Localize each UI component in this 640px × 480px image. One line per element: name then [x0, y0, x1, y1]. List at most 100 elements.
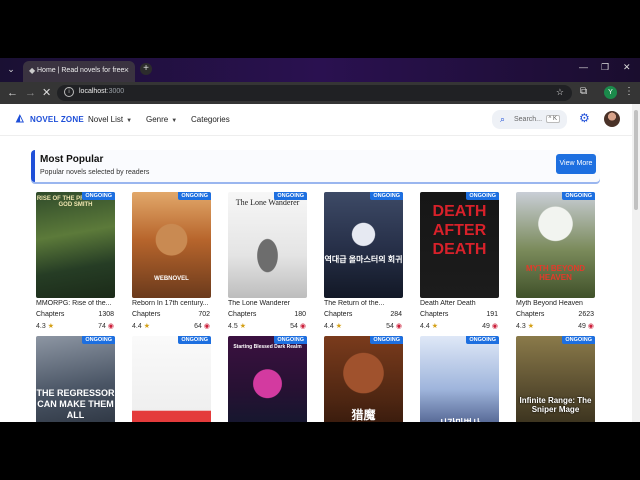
status-badge: ONGOING: [370, 336, 403, 344]
search-placeholder: Search...: [514, 116, 543, 123]
novel-cover[interactable]: WEBNOVEL ONGOING: [132, 192, 211, 298]
extensions-icon[interactable]: ⧉: [580, 86, 587, 97]
url-host: localhost: [79, 88, 107, 95]
logo-icon: ◭: [16, 113, 24, 124]
view-value: 64: [194, 323, 202, 330]
user-avatar[interactable]: [604, 111, 620, 127]
novel-cover[interactable]: ONGOING: [132, 336, 211, 422]
search-icon: ⌕: [500, 114, 506, 124]
status-badge: ONGOING: [274, 192, 307, 200]
rating: 4.3 ★: [36, 322, 54, 330]
status-badge: ONGOING: [178, 336, 211, 344]
status-badge: ONGOING: [370, 192, 403, 200]
nav-novel-list[interactable]: Novel List ▼: [88, 115, 132, 124]
chapters-label: Chapters: [228, 311, 257, 318]
chevron-down-icon: ▼: [171, 118, 178, 124]
novel-title[interactable]: Myth Beyond Heaven: [516, 300, 596, 307]
nav-genre-label: Genre: [146, 115, 169, 124]
view-count: 54 ◉: [386, 322, 402, 330]
section-title: Most Popular: [40, 154, 104, 165]
eye-icon: ◉: [491, 323, 498, 330]
status-badge: ONGOING: [274, 336, 307, 344]
novel-title[interactable]: MMORPG: Rise of the...: [36, 300, 116, 307]
novel-cover[interactable]: Starting Blessed Dark Realm ONGOING: [228, 336, 307, 422]
star-icon: ★: [47, 323, 54, 330]
chapter-count: 702: [198, 311, 210, 318]
chapter-count: 1308: [98, 311, 114, 318]
star-icon: ★: [527, 323, 534, 330]
rating-value: 4.4: [324, 323, 334, 330]
nav-categories[interactable]: Categories: [191, 115, 230, 124]
scrollbar-thumb[interactable]: [634, 110, 638, 210]
chapters-label: Chapters: [132, 311, 161, 318]
status-badge: ONGOING: [466, 192, 499, 200]
web-page: ◭ NOVEL ZONE Novel List ▼ Genre ▼ Categori…: [0, 104, 632, 422]
novel-cover[interactable]: The Lone Wanderer ONGOING: [228, 192, 307, 298]
profile-avatar[interactable]: Y: [604, 86, 617, 99]
eye-icon: ◉: [587, 323, 594, 330]
minimize-icon[interactable]: —: [579, 62, 588, 72]
novel-cover[interactable]: 역대급 올마스터의 회귀 ONGOING: [324, 192, 403, 298]
favicon-icon: ◆: [29, 66, 36, 75]
close-tab-icon[interactable]: ×: [124, 65, 129, 75]
nav-genre[interactable]: Genre ▼: [146, 115, 177, 124]
view-count: 74 ◉: [98, 322, 114, 330]
chapters-label: Chapters: [420, 311, 449, 318]
novel-title[interactable]: Death After Death: [420, 300, 500, 307]
browser-tab[interactable]: ◆ Home | Read novels for free ×: [23, 61, 135, 82]
new-tab-icon[interactable]: +: [140, 63, 152, 75]
view-value: 54: [290, 323, 298, 330]
star-icon: ★: [239, 323, 246, 330]
view-value: 49: [578, 323, 586, 330]
cover-text: 시간마법사: [420, 416, 499, 422]
site-info-icon[interactable]: i: [64, 87, 74, 97]
rating-value: 4.5: [228, 323, 238, 330]
chapters-label: Chapters: [324, 311, 353, 318]
address-bar: ← → ✕ i localhost:3000 ☆ ⧉ Y ⋮: [0, 82, 640, 104]
search-input[interactable]: ⌕ Search... ^ K: [492, 110, 567, 129]
eye-icon: ◉: [395, 323, 402, 330]
novel-cover[interactable]: Infinite Range: The Sniper Mage ONGOING: [516, 336, 595, 422]
novel-cover[interactable]: 시간마법사 ONGOING: [420, 336, 499, 422]
forward-icon[interactable]: →: [25, 86, 36, 100]
most-popular-header: Most Popular Popular novels selected by …: [31, 150, 600, 182]
rating: 4.4 ★: [324, 322, 342, 330]
bookmark-star-icon[interactable]: ☆: [556, 87, 564, 98]
url-input[interactable]: i localhost:3000 ☆: [57, 85, 572, 101]
chevron-down-icon: ▼: [126, 118, 133, 124]
novel-cover[interactable]: DEATH AFTER DEATH ONGOING: [420, 192, 499, 298]
chapters-label: Chapters: [516, 311, 545, 318]
novel-cover[interactable]: MYTH BEYOND HEAVEN ONGOING: [516, 192, 595, 298]
browser-menu-icon[interactable]: ⋮: [624, 86, 634, 97]
back-icon[interactable]: ←: [7, 86, 18, 100]
restore-icon[interactable]: ❐: [601, 62, 609, 73]
gear-icon[interactable]: ⚙: [579, 112, 590, 124]
nav-novel-list-label: Novel List: [88, 115, 124, 124]
view-value: 54: [386, 323, 394, 330]
novel-title[interactable]: The Return of the...: [324, 300, 404, 307]
novel-title[interactable]: The Lone Wanderer: [228, 300, 308, 307]
site-logo[interactable]: ◭ NOVEL ZONE: [16, 114, 84, 124]
stop-icon[interactable]: ✕: [42, 86, 51, 100]
cover-text: Infinite Range: The Sniper Mage: [519, 396, 592, 414]
page-scrollbar[interactable]: [632, 104, 640, 422]
novel-cover[interactable]: THE REGRESSOR CAN MAKE THEM ALL ONGOING: [36, 336, 115, 422]
novel-cover[interactable]: RISE OF THE PRIMORDIAL GOD SMITH ONGOING: [36, 192, 115, 298]
star-icon: ★: [143, 323, 150, 330]
view-count: 49 ◉: [578, 322, 594, 330]
rating: 4.3 ★: [516, 322, 534, 330]
tab-search-icon[interactable]: ⌄: [4, 62, 18, 76]
chapters-label: Chapters: [36, 311, 65, 318]
close-window-icon[interactable]: ✕: [623, 62, 631, 73]
chapter-count: 180: [294, 311, 306, 318]
status-badge: ONGOING: [82, 336, 115, 344]
view-more-button[interactable]: View More: [556, 154, 596, 174]
rating: 4.5 ★: [228, 322, 246, 330]
rating-value: 4.3: [516, 323, 526, 330]
cover-text: DEATH AFTER DEATH: [432, 203, 487, 258]
eye-icon: ◉: [203, 323, 210, 330]
novel-title[interactable]: Reborn In 17th century...: [132, 300, 212, 307]
rating: 4.4 ★: [420, 322, 438, 330]
tab-strip: ⌄ ◆ Home | Read novels for free × + — ❐ …: [0, 58, 640, 82]
novel-cover[interactable]: 猎魔 ONGOING: [324, 336, 403, 422]
